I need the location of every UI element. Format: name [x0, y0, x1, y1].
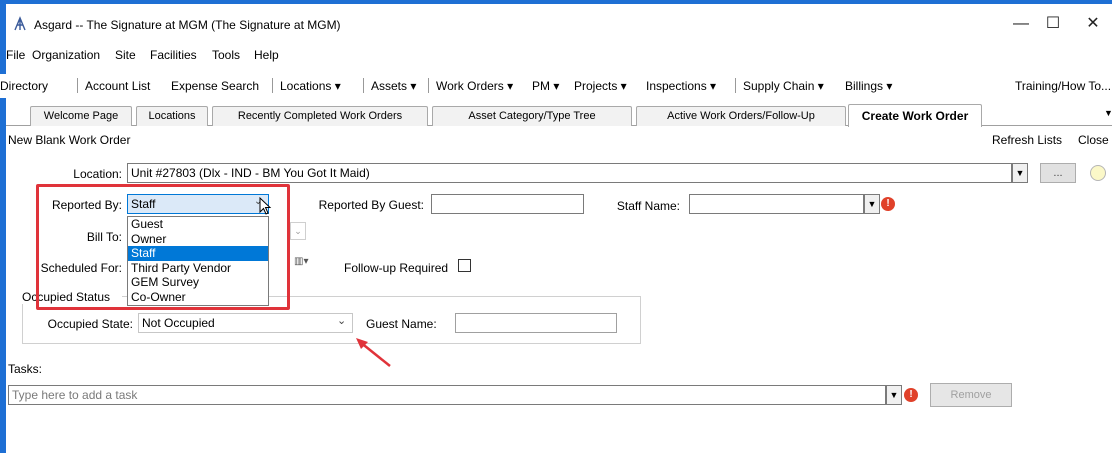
- app-logo-icon: [14, 16, 26, 31]
- link-separator: [272, 78, 273, 93]
- quick-link-bar: Directory Account List Expense Search Lo…: [0, 74, 1112, 98]
- new-blank-work-order-link[interactable]: New Blank Work Order: [8, 133, 130, 147]
- occupied-state-chevron-down-icon[interactable]: ⌄: [337, 314, 346, 327]
- tab-asset-category-type-tree[interactable]: Asset Category/Type Tree: [432, 106, 632, 126]
- occupied-state-label: Occupied State:: [47, 317, 133, 331]
- menu-facilities[interactable]: Facilities: [150, 48, 197, 62]
- link-assets-menu[interactable]: Assets ▾: [371, 79, 416, 93]
- task-dropdown-arrow-icon[interactable]: ▼: [886, 385, 902, 405]
- occupied-state-select[interactable]: Not Occupied: [138, 313, 353, 333]
- tab-active-work-orders[interactable]: Active Work Orders/Follow-Up: [636, 106, 846, 126]
- tab-strip: Welcome Page Locations Recently Complete…: [6, 104, 1112, 127]
- tasks-label: Tasks:: [8, 362, 43, 376]
- guest-name-label: Guest Name:: [366, 317, 437, 331]
- follow-up-label: Follow-up Required: [344, 261, 449, 275]
- close-window-button[interactable]: ✕: [1070, 8, 1112, 40]
- annotation-arrow-icon: [356, 338, 391, 367]
- link-separator: [363, 78, 364, 93]
- link-inspections-menu[interactable]: Inspections ▾: [646, 79, 716, 93]
- staff-name-label: Staff Name:: [616, 199, 680, 213]
- bill-to-dropdown-arrow-icon[interactable]: ⌄: [290, 222, 306, 240]
- task-error-icon: !: [904, 388, 918, 402]
- link-separator: [735, 78, 736, 93]
- window-title: Asgard -- The Signature at MGM (The Sign…: [34, 18, 341, 32]
- menu-site[interactable]: Site: [115, 48, 136, 62]
- link-separator: [77, 78, 78, 93]
- status-indicator-icon: [1090, 165, 1106, 181]
- link-separator: [428, 78, 429, 93]
- tab-locations[interactable]: Locations: [136, 106, 208, 126]
- link-pm-menu[interactable]: PM ▾: [532, 79, 559, 93]
- tab-welcome-page[interactable]: Welcome Page: [30, 106, 132, 126]
- tab-recently-completed-work-orders[interactable]: Recently Completed Work Orders: [212, 106, 428, 126]
- staff-name-dropdown-arrow-icon[interactable]: ▼: [864, 194, 880, 214]
- guest-name-field[interactable]: [455, 313, 617, 333]
- menu-help[interactable]: Help: [254, 48, 279, 62]
- location-field[interactable]: Unit #27803 (Dlx - IND - BM You Got It M…: [127, 163, 1012, 183]
- remove-task-button[interactable]: Remove: [930, 383, 1012, 407]
- menu-file[interactable]: File: [6, 48, 25, 62]
- follow-up-checkbox[interactable]: [458, 259, 471, 272]
- link-training-how-to[interactable]: Training/How To...: [1015, 79, 1111, 93]
- reported-by-guest-field[interactable]: [431, 194, 584, 214]
- tab-create-work-order[interactable]: Create Work Order: [848, 104, 982, 127]
- link-projects-menu[interactable]: Projects ▾: [574, 79, 627, 93]
- highlight-annotation-box: [36, 184, 290, 310]
- menu-organization[interactable]: Organization: [32, 48, 100, 62]
- task-input[interactable]: Type here to add a task: [8, 385, 886, 405]
- link-locations-menu[interactable]: Locations ▾: [280, 79, 341, 93]
- tab-overflow-icon[interactable]: ▼: [1104, 108, 1112, 118]
- staff-name-field[interactable]: [689, 194, 864, 214]
- menu-tools[interactable]: Tools: [212, 48, 240, 62]
- window-frame-left: [0, 0, 6, 453]
- refresh-lists-link[interactable]: Refresh Lists: [992, 133, 1062, 147]
- reported-by-guest-label: Reported By Guest:: [318, 198, 424, 212]
- link-expense-search[interactable]: Expense Search: [171, 79, 259, 93]
- close-tab-link[interactable]: Close: [1078, 133, 1109, 147]
- link-account-list[interactable]: Account List: [85, 79, 150, 93]
- calendar-picker-icon[interactable]: ▥▾: [294, 256, 316, 274]
- link-directory[interactable]: Directory: [0, 79, 48, 93]
- location-browse-button[interactable]: ...: [1040, 163, 1076, 183]
- link-billings-menu[interactable]: Billings ▾: [845, 79, 892, 93]
- staff-name-error-icon: !: [881, 197, 895, 211]
- location-label: Location:: [73, 167, 122, 181]
- link-supply-chain-menu[interactable]: Supply Chain ▾: [743, 79, 824, 93]
- location-dropdown-arrow-icon[interactable]: ▼: [1012, 163, 1028, 183]
- link-work-orders-menu[interactable]: Work Orders ▾: [436, 79, 513, 93]
